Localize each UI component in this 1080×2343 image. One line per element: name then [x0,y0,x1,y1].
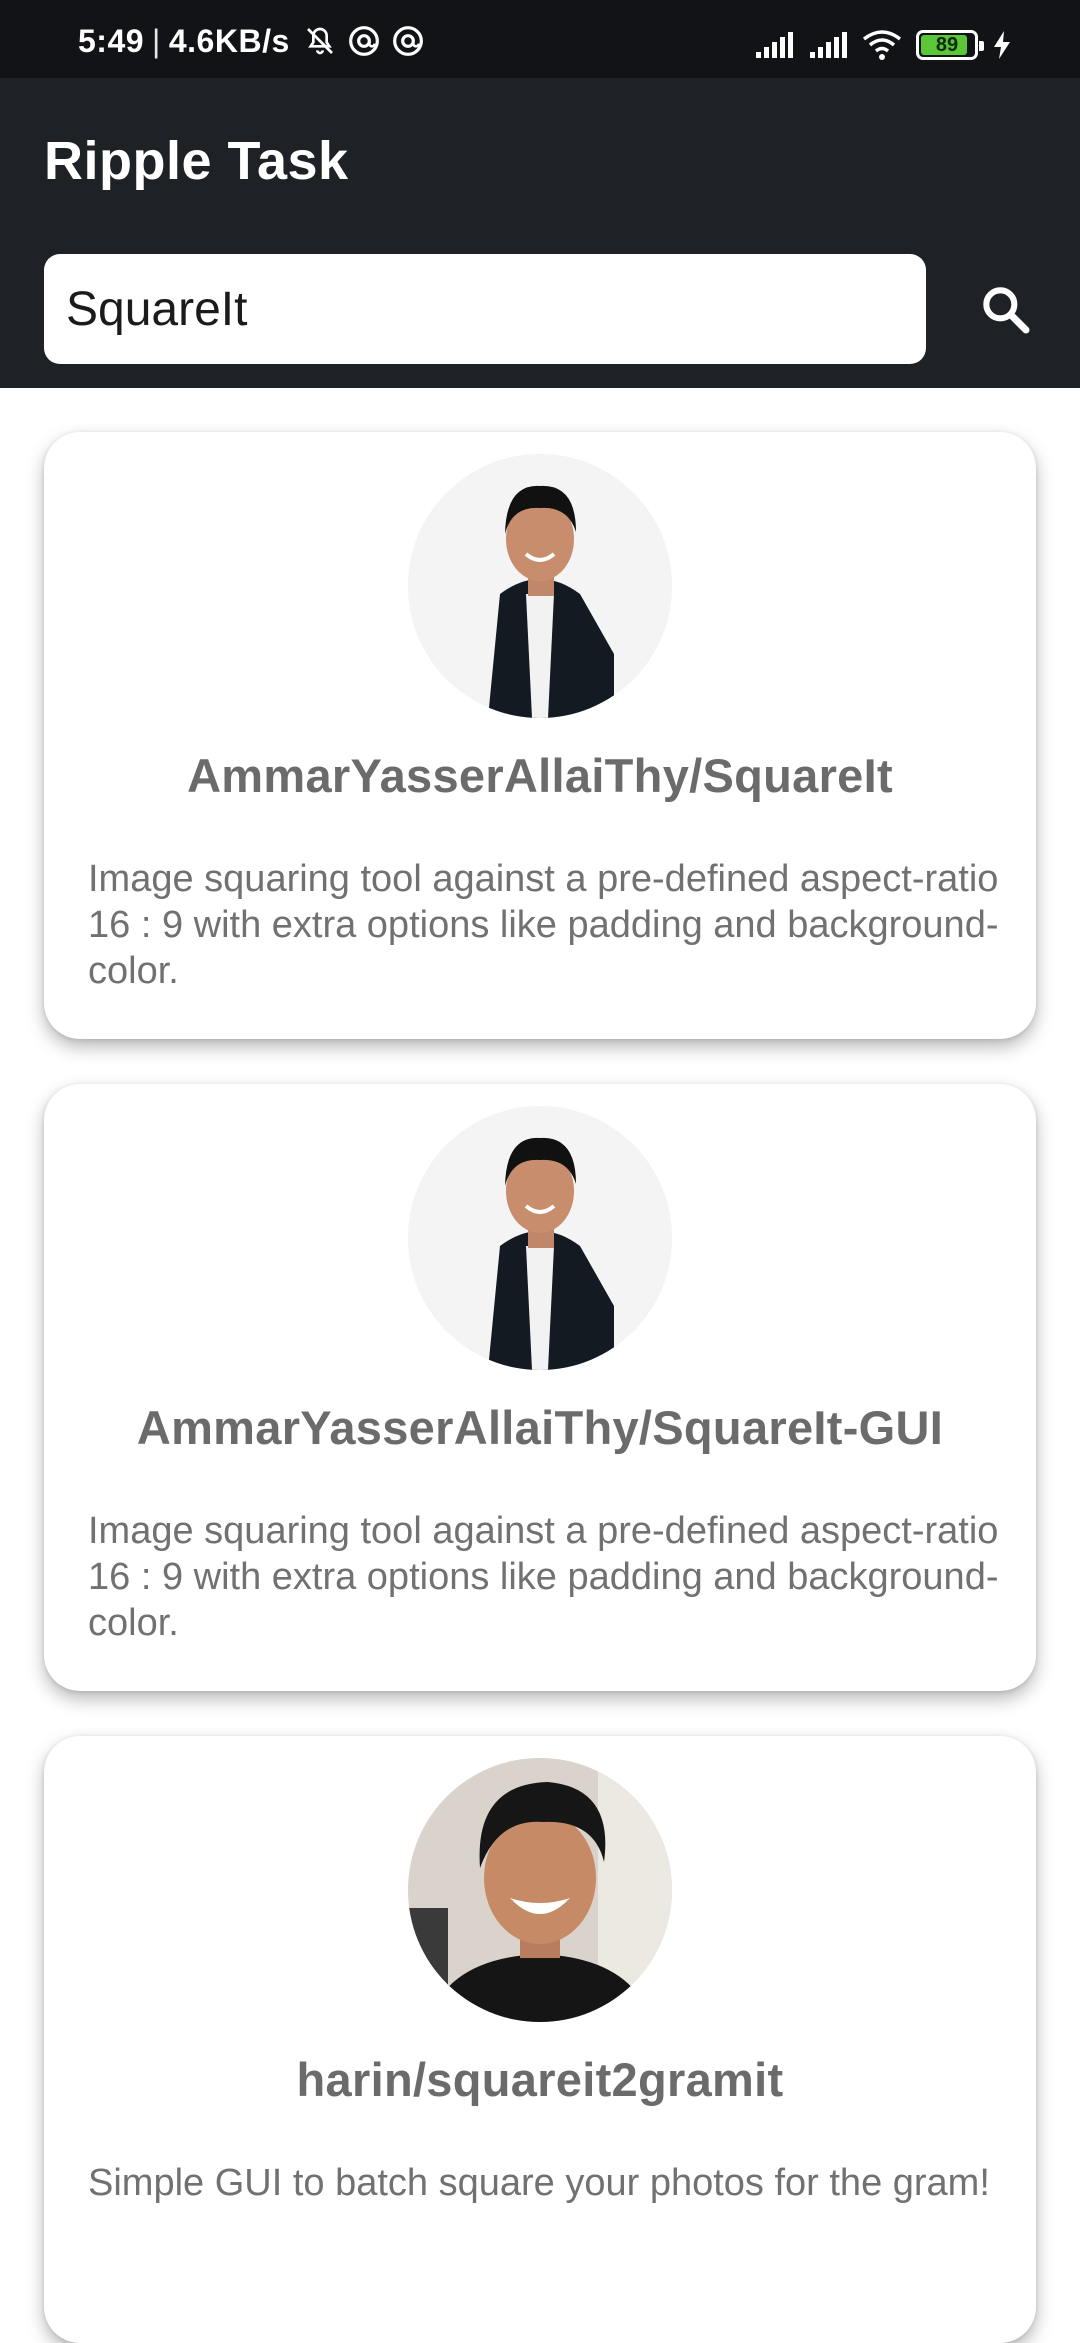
repo-name: AmmarYasserAllaiThy/SquareIt [187,749,893,802]
repo-description: Image squaring tool against a pre-define… [88,858,999,992]
bell-off-icon [306,27,333,55]
person-avatar-image [408,1106,672,1370]
signal-icon [810,32,847,58]
at-sign-icon [348,26,379,56]
wifi-icon [862,30,902,60]
status-bar: 5:49 | 4.6KB/s 89 [0,0,1080,78]
app-bar: Ripple Task [0,78,1080,388]
app-title: Ripple Task [44,131,349,191]
search-button[interactable] [950,254,1060,364]
battery-tip [979,41,984,51]
repo-card[interactable]: AmmarYasserAllaiThy/SquareIt Image squar… [44,432,1036,1039]
battery-level: 89 [935,33,959,56]
repo-name: AmmarYasserAllaiThy/SquareIt-GUI [136,1401,944,1454]
network-speed: 4.6KB/s [168,22,290,59]
status-separator: | [152,22,161,59]
at-sign-icon [392,26,423,56]
battery-indicator: 89 [916,30,984,60]
bolt-icon [994,31,1010,59]
avatar [408,1106,672,1370]
status-right-group: 89 [754,28,1012,62]
status-notification-icons [304,25,424,57]
avatar [408,1758,672,2022]
status-time: 5:49 [78,22,145,59]
avatar [408,454,672,718]
repo-description: Image squaring tool against a pre-define… [88,1510,999,1644]
search-icon [983,287,1030,334]
search-input[interactable] [44,254,926,364]
repo-card[interactable]: AmmarYasserAllaiThy/SquareIt-GUI Image s… [44,1084,1036,1691]
status-left-group: 5:49 | 4.6KB/s [78,22,424,59]
person-avatar-image [408,454,672,718]
repo-card[interactable]: harin/squareit2gramit Simple GUI to batc… [44,1736,1036,2343]
repo-description: Simple GUI to batch square your photos f… [88,2162,990,2204]
person-avatar-image [408,1758,672,2022]
signal-icon [756,32,793,58]
repo-name: harin/squareit2gramit [296,2053,784,2106]
